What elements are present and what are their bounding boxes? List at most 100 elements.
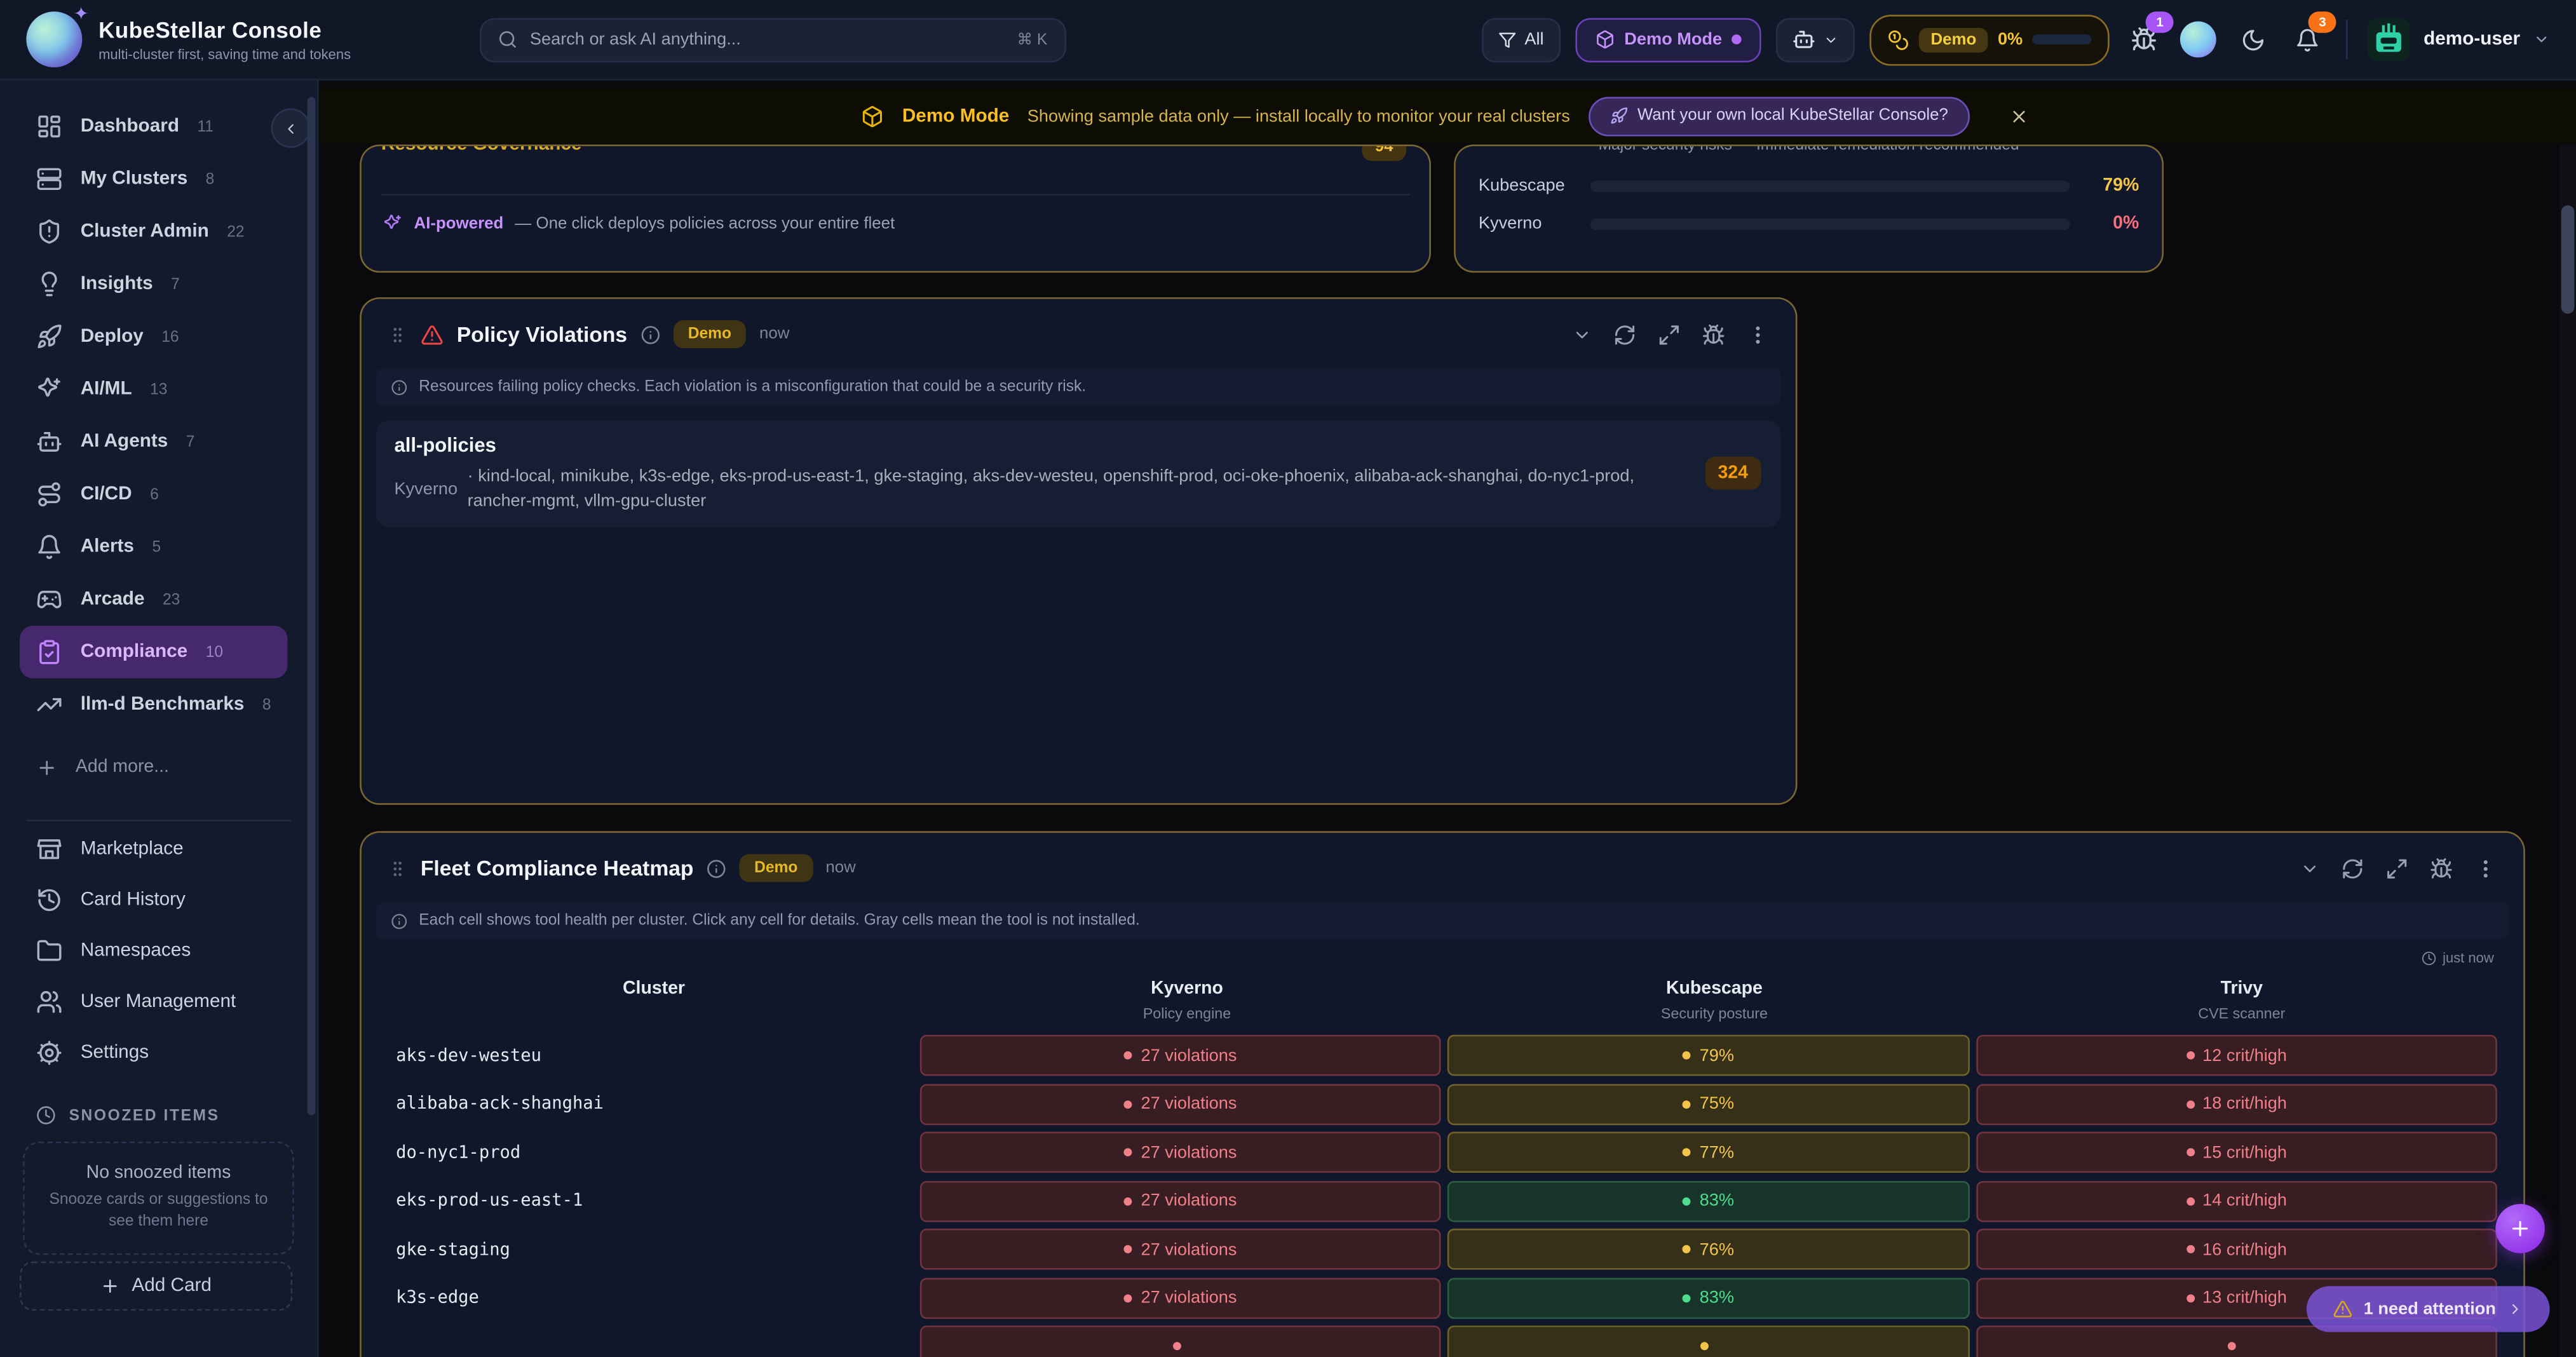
sidebar-item[interactable]: Arcade 23 [0, 573, 317, 626]
collapse-card-button[interactable] [2300, 858, 2320, 878]
agent-menu-button[interactable] [1776, 17, 1855, 62]
sidebar-item[interactable]: User Management [0, 976, 317, 1027]
demo-badge: Demo [674, 320, 747, 348]
token-usage-badge[interactable]: Demo 0% [1870, 14, 2110, 65]
heatmap-cell[interactable]: 16 crit/high [1976, 1229, 2497, 1270]
drag-handle-icon[interactable] [388, 856, 407, 879]
heatmap-cell[interactable]: 14 crit/high [1976, 1180, 2497, 1222]
clock-icon [2421, 950, 2436, 965]
layout-dashboard-icon [36, 113, 62, 139]
sidebar-item[interactable]: Settings [0, 1027, 317, 1077]
heatmap-cell[interactable]: 27 violations [920, 1035, 1441, 1076]
bot-icon [1793, 28, 1815, 51]
collapse-card-button[interactable] [1572, 325, 1592, 344]
drag-handle-icon[interactable] [388, 323, 407, 346]
sidebar-collapse-button[interactable] [271, 109, 311, 148]
heatmap-cell[interactable] [1448, 1325, 1969, 1357]
status-dot [1732, 34, 1742, 44]
refresh-button[interactable] [2341, 856, 2364, 879]
info-icon [391, 912, 407, 929]
heatmap-cell[interactable]: 18 crit/high [1976, 1083, 2497, 1124]
heatmap-cell[interactable]: 27 violations [920, 1083, 1441, 1124]
sidebar-secondary-nav: Marketplace Card History Namespaces User… [0, 823, 317, 1077]
heatmap-cell[interactable]: 77% [1448, 1131, 1969, 1173]
bug-report-button[interactable]: 1 [2125, 20, 2164, 59]
status-dot [1683, 1197, 1691, 1205]
sidebar-item[interactable]: AI Agents 7 [0, 415, 317, 468]
divider [26, 820, 290, 821]
heatmap-cell[interactable]: 27 violations [920, 1131, 1441, 1173]
heatmap-cell[interactable]: 83% [1448, 1277, 1969, 1318]
heatmap-cell[interactable]: 27 violations [920, 1229, 1441, 1270]
progress-track [1590, 180, 2070, 191]
more-options-button[interactable] [1746, 323, 1769, 346]
heatmap-cell[interactable] [920, 1325, 1441, 1357]
chevron-down-icon [2533, 31, 2550, 48]
sidebar-item[interactable]: Namespaces [0, 925, 317, 976]
demo-mode-button[interactable]: Demo Mode [1575, 17, 1761, 62]
filter-all-button[interactable]: All [1482, 17, 1560, 62]
column-header: Kubescape Security posture [1454, 979, 1975, 1022]
search-input[interactable]: Search or ask AI anything... ⌘ K [479, 17, 1066, 62]
theme-toggle-button[interactable] [2233, 20, 2272, 59]
refresh-button[interactable] [1613, 323, 1636, 346]
heatmap-cell[interactable]: 15 crit/high [1976, 1131, 2497, 1173]
more-options-button[interactable] [2474, 856, 2497, 879]
info-icon[interactable] [707, 858, 726, 878]
sidebar-item[interactable]: Cluster Admin 22 [0, 205, 317, 258]
heatmap-cell[interactable]: 27 violations [920, 1277, 1441, 1318]
history-icon [36, 886, 62, 912]
sidebar-nav: Dashboard 11 My Clusters 8 Cluster Admin… [0, 100, 317, 731]
heatmap-cell[interactable]: 83% [1448, 1180, 1969, 1222]
last-updated: just now [362, 940, 2523, 966]
count-badge: 94 [1362, 145, 1406, 161]
demo-badge: Demo [740, 854, 813, 882]
heatmap-row: eks-prod-us-east-1 27 violations [388, 1180, 2497, 1222]
sidebar-item[interactable]: AI/ML 13 [0, 363, 317, 415]
cluster-list: · kind-local, minikube, k3s-edge, eks-pr… [468, 465, 1668, 515]
status-dot [2186, 1245, 2194, 1253]
main-content: Demo Mode Showing sample data only — ins… [319, 81, 2576, 1357]
info-icon[interactable] [641, 325, 660, 344]
user-menu[interactable]: demo-user [2368, 18, 2549, 60]
heatmap-cell[interactable]: 76% [1448, 1229, 1969, 1270]
sidebar-item[interactable]: Dashboard 11 [0, 100, 317, 153]
heatmap-cell[interactable]: 79% [1448, 1035, 1969, 1076]
heatmap-cell[interactable]: 75% [1448, 1083, 1969, 1124]
planet-button[interactable] [2179, 20, 2218, 59]
sidebar-item[interactable]: Deploy 16 [0, 311, 317, 363]
brand: ✦ KubeStellar Console multi-cluster firs… [26, 11, 351, 67]
sidebar-item[interactable]: Card History [0, 874, 317, 924]
heatmap-cell[interactable]: 27 violations [920, 1180, 1441, 1222]
debug-button[interactable] [2430, 856, 2453, 879]
sidebar-item[interactable]: Compliance 10 [20, 626, 287, 678]
add-card-button[interactable]: Add Card [20, 1262, 292, 1311]
expand-button[interactable] [1658, 323, 1681, 346]
violation-row[interactable]: all-policies Kyverno · kind-local, minik… [376, 421, 1781, 528]
settings-icon [36, 1039, 62, 1065]
banner-cta-button[interactable]: Want your own local KubeStellar Console? [1588, 96, 1969, 135]
sidebar-item[interactable]: CI/CD 6 [0, 468, 317, 521]
sidebar-item[interactable]: Marketplace [0, 823, 317, 874]
sidebar-item[interactable]: Insights 7 [0, 258, 317, 311]
avatar [2368, 18, 2410, 60]
snoozed-items-header: SNOOZED ITEMS [0, 1079, 317, 1135]
app-viewport: ✦ KubeStellar Console multi-cluster firs… [0, 0, 2576, 1357]
heatmap-cell[interactable]: 12 crit/high [1976, 1035, 2497, 1076]
token-progress-bar [2033, 34, 2092, 44]
gamepad-icon [36, 586, 62, 612]
card-title: Policy Violations [457, 322, 627, 347]
page-scrollbar-thumb[interactable] [2561, 205, 2575, 314]
sidebar-item[interactable]: llm-d Benchmarks 8 [0, 678, 317, 731]
sidebar-add-more[interactable]: Add more... [0, 744, 317, 790]
sidebar-item[interactable]: Alerts 5 [0, 521, 317, 574]
banner-close-button[interactable] [2004, 101, 2034, 131]
demo-banner: Demo Mode Showing sample data only — ins… [319, 89, 2576, 143]
add-fab-button[interactable] [2495, 1204, 2545, 1253]
debug-button[interactable] [1702, 323, 1725, 346]
expand-button[interactable] [2385, 856, 2408, 879]
attention-pill-button[interactable]: 1 need attention [2307, 1286, 2550, 1332]
sidebar-item[interactable]: My Clusters 8 [0, 152, 317, 205]
notifications-button[interactable]: 3 [2287, 20, 2326, 59]
sidebar-scrollbar[interactable] [307, 97, 315, 1116]
